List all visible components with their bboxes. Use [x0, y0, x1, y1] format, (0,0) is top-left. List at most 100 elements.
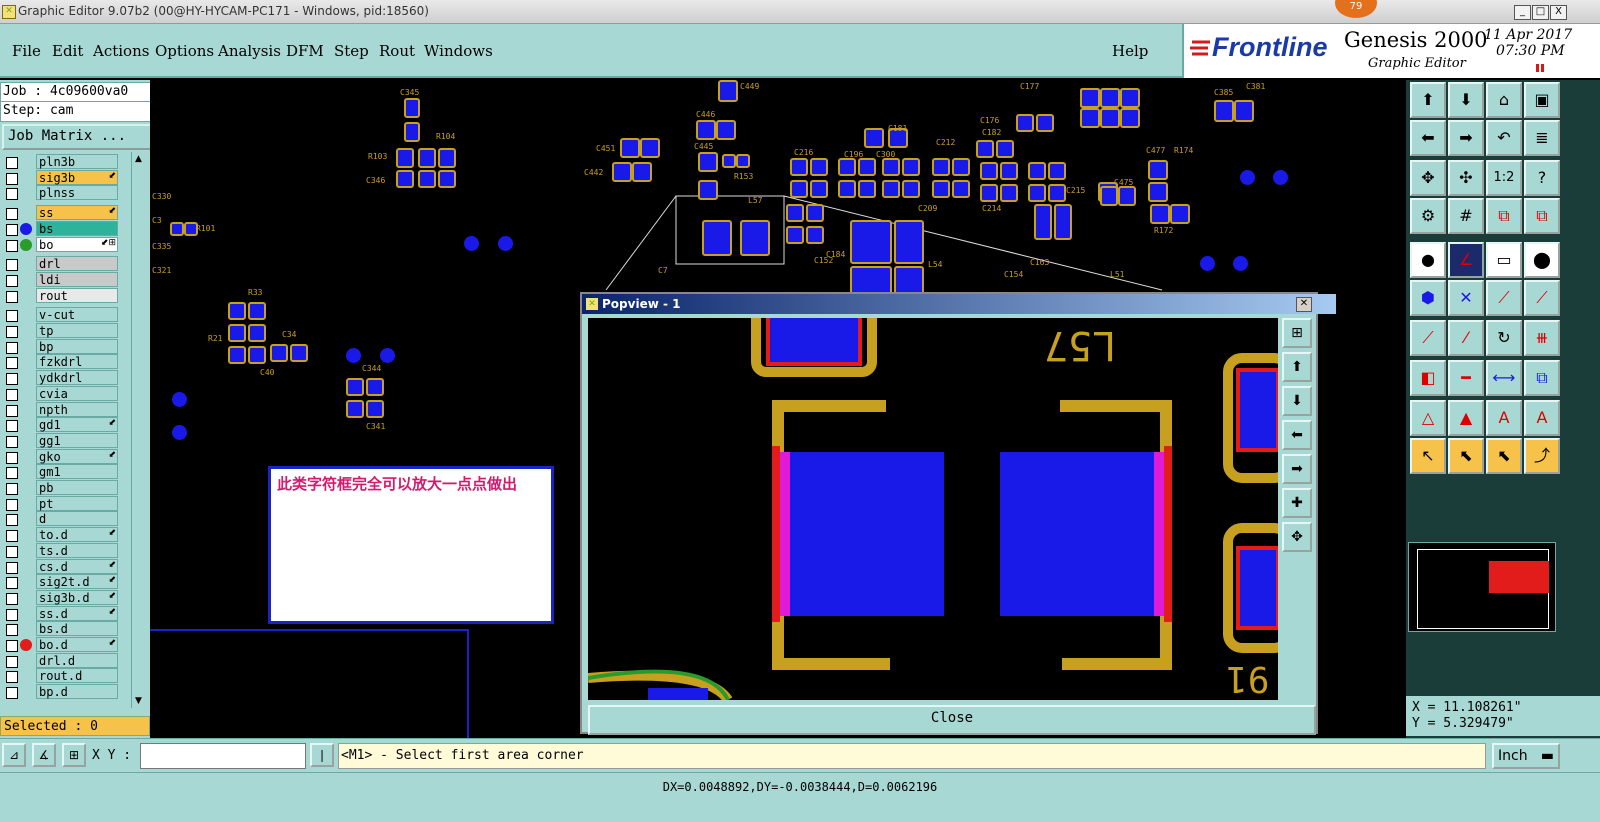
view-right-icon[interactable]: ➡: [1448, 120, 1484, 156]
layer-name[interactable]: rout.d: [36, 668, 118, 684]
layer-name[interactable]: sig3b.d: [36, 589, 118, 605]
layer-row[interactable]: rout: [0, 287, 122, 304]
select-point-icon[interactable]: ●: [1410, 242, 1446, 278]
layer-name[interactable]: gm1: [36, 464, 118, 480]
pointer-circle-icon[interactable]: ⬉: [1486, 438, 1522, 474]
layer-row[interactable]: npth: [0, 401, 122, 418]
zoom-in-tool-icon[interactable]: ✥: [1410, 160, 1446, 196]
line-tool-icon[interactable]: ⟋: [1410, 320, 1446, 356]
layer-list-scrollbar[interactable]: ▲ ▼: [131, 152, 147, 708]
layer-row[interactable]: plnss: [0, 185, 122, 201]
redraw-icon[interactable]: ≣: [1524, 120, 1560, 156]
layer-checkbox[interactable]: [6, 514, 18, 527]
layer-checkbox[interactable]: [6, 388, 18, 401]
layer-checkbox[interactable]: [6, 357, 18, 370]
zoom-out-icon[interactable]: ✥: [1282, 522, 1312, 552]
layer-name[interactable]: gg1: [36, 432, 118, 448]
layer-name[interactable]: rout: [36, 287, 118, 303]
cross-pads-icon[interactable]: ✕: [1448, 280, 1484, 316]
menu-actions[interactable]: Actions: [93, 42, 149, 60]
mirror-tool-icon[interactable]: ⧻: [1524, 320, 1560, 356]
add-line-icon[interactable]: ⟋: [1486, 280, 1522, 316]
menu-windows[interactable]: Windows: [424, 42, 493, 60]
pointer-path-icon[interactable]: ⤴: [1524, 438, 1560, 474]
menu-dfm[interactable]: DFM: [286, 42, 324, 60]
layer-row[interactable]: gg1: [0, 432, 122, 449]
layer-checkbox[interactable]: [6, 274, 18, 287]
layer-checkbox[interactable]: [6, 483, 18, 495]
layer-checkbox[interactable]: [6, 239, 18, 252]
layer-row[interactable]: to.d ⬋: [0, 527, 122, 543]
maximize-button[interactable]: □: [1532, 5, 1549, 20]
layer-row[interactable]: gd1 ⬋: [0, 417, 122, 433]
layer-name[interactable]: drl.d: [36, 652, 118, 668]
layer-row[interactable]: bo ⬋⊞: [0, 236, 122, 253]
scroll-down-icon[interactable]: ▼: [135, 696, 142, 706]
layer-compare-icon[interactable]: ⧉: [1524, 198, 1560, 234]
pan-left-icon[interactable]: ⬅: [1282, 420, 1312, 450]
zoom-out-tool-icon[interactable]: ✣: [1448, 160, 1484, 196]
ruler-icon[interactable]: ▭: [1486, 242, 1522, 278]
view-window-icon[interactable]: ▣: [1524, 82, 1560, 118]
layer-name[interactable]: d: [36, 511, 118, 527]
layer-row[interactable]: fzkdrl: [0, 354, 122, 370]
layer-checkbox[interactable]: [6, 435, 18, 448]
layer-row[interactable]: v-cut: [0, 307, 122, 323]
stretch-icon[interactable]: ⟷: [1486, 360, 1522, 396]
layer-checkbox[interactable]: [6, 671, 18, 684]
layer-name[interactable]: sig3b: [36, 169, 118, 185]
layer-row[interactable]: drl.d: [0, 652, 122, 669]
layer-checkbox[interactable]: [6, 608, 18, 621]
connect-pads-icon[interactable]: ⬢: [1410, 280, 1446, 316]
layer-name[interactable]: v-cut: [36, 307, 118, 323]
layer-row[interactable]: ts.d: [0, 542, 122, 559]
layer-name[interactable]: ldi: [36, 271, 118, 287]
view-house-icon[interactable]: ⌂: [1486, 82, 1522, 118]
angle-icon[interactable]: ∠: [1448, 242, 1484, 278]
grid-icon[interactable]: #: [1448, 198, 1484, 234]
layer-name[interactable]: bs: [36, 220, 118, 236]
layer-checkbox[interactable]: [6, 172, 18, 185]
layer-checkbox[interactable]: [6, 561, 18, 574]
layer-name[interactable]: gko: [36, 448, 118, 464]
layer-name[interactable]: gd1: [36, 417, 118, 433]
layer-checkbox[interactable]: [6, 188, 18, 201]
move-pad-icon[interactable]: ◧: [1410, 360, 1446, 396]
angle-mode-icon[interactable]: ∡: [32, 743, 56, 767]
layer-checkbox[interactable]: [6, 373, 18, 386]
help-icon[interactable]: ?: [1524, 160, 1560, 196]
layer-row[interactable]: d: [0, 511, 122, 527]
pan-up-icon[interactable]: ⬆: [1282, 352, 1312, 382]
info-icon[interactable]: ❘: [310, 743, 334, 767]
layer-checkbox[interactable]: [6, 451, 18, 464]
layer-row[interactable]: ss ⬋: [0, 205, 122, 221]
scroll-up-icon[interactable]: ▲: [135, 154, 142, 164]
text-tool-icon[interactable]: A: [1486, 400, 1522, 436]
triangle-alt-icon[interactable]: ▲: [1448, 400, 1484, 436]
minimize-button[interactable]: _: [1514, 5, 1531, 20]
layer-name[interactable]: sig2t.d: [36, 574, 118, 590]
layer-row[interactable]: pln3b: [0, 154, 122, 170]
menu-help[interactable]: Help: [1112, 42, 1148, 60]
layer-name[interactable]: ss.d: [36, 605, 118, 621]
layer-row[interactable]: bo.d ⬋: [0, 637, 122, 653]
close-window-button[interactable]: X: [1550, 5, 1567, 20]
layer-name[interactable]: ts.d: [36, 542, 118, 558]
layer-checkbox[interactable]: [6, 467, 18, 480]
layer-checkbox[interactable]: [6, 420, 18, 433]
layer-checkbox[interactable]: [6, 290, 18, 303]
menu-edit[interactable]: Edit: [52, 42, 83, 60]
layer-row[interactable]: cvia: [0, 385, 122, 402]
popview-close-button[interactable]: Close: [588, 705, 1316, 735]
layer-checkbox[interactable]: [6, 530, 18, 543]
layer-name[interactable]: pb: [36, 480, 118, 495]
layer-row[interactable]: rout.d: [0, 668, 122, 684]
pan-right-icon[interactable]: ➡: [1282, 454, 1312, 484]
minus-icon[interactable]: ━: [1448, 360, 1484, 396]
layer-row[interactable]: sig3b ⬋: [0, 169, 122, 186]
text-alt-icon[interactable]: A: [1524, 400, 1560, 436]
grid-mode-icon[interactable]: ⊞: [62, 743, 86, 767]
layer-checkbox[interactable]: [6, 341, 18, 354]
layer-name[interactable]: bp: [36, 338, 118, 354]
popview-zoom-view[interactable]: L57 91: [588, 318, 1278, 700]
